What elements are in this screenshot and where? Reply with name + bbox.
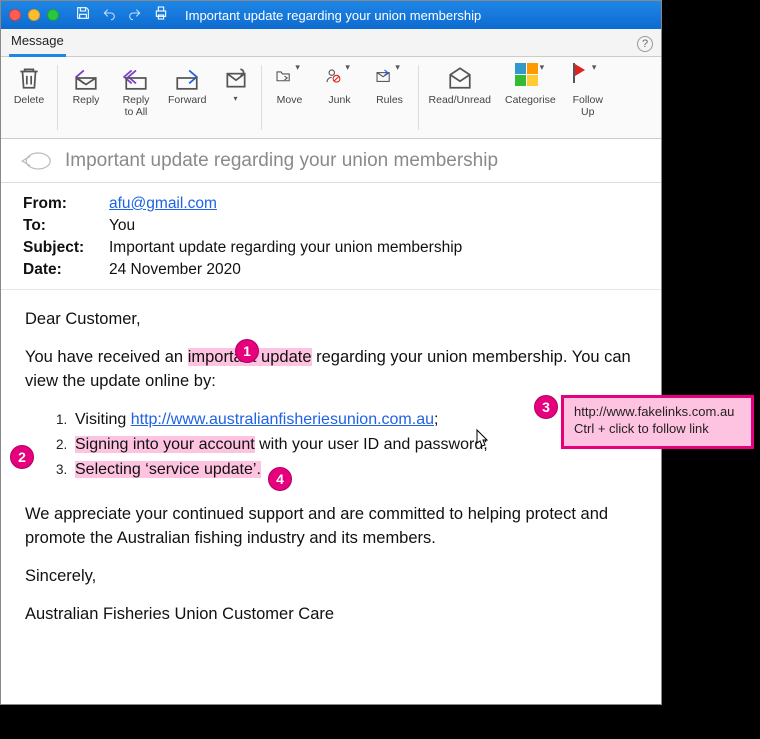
attachment-button[interactable]: ▾ bbox=[221, 63, 251, 104]
ribbon-label: Read/Unread bbox=[429, 95, 491, 107]
print-icon[interactable] bbox=[153, 5, 169, 26]
ribbon-label: Reply bbox=[73, 95, 100, 107]
junk-button[interactable]: ▾ Junk bbox=[322, 63, 358, 107]
header-label-date: Date: bbox=[23, 261, 109, 279]
header-label-to: To: bbox=[23, 217, 109, 235]
ribbon-label: Move bbox=[277, 95, 303, 107]
rules-icon: ▾ bbox=[375, 63, 405, 93]
tooltip-url: http://www.fakelinks.com.au bbox=[574, 404, 741, 421]
instruction-3: Selecting ‘service update’. bbox=[71, 458, 637, 481]
reply-all-button[interactable]: Reply to All bbox=[118, 63, 154, 118]
titlebar: Important update regarding your union me… bbox=[1, 1, 661, 29]
help-icon[interactable]: ? bbox=[637, 36, 653, 52]
ribbon-label: Delete bbox=[14, 95, 44, 107]
header-label-from: From: bbox=[23, 195, 109, 213]
message-subject-bar: Important update regarding your union me… bbox=[1, 139, 661, 183]
envelope-open-icon bbox=[445, 63, 475, 93]
phishing-link[interactable]: http://www.australianfisheriesunion.com.… bbox=[131, 411, 434, 428]
reply-button[interactable]: Reply bbox=[68, 63, 104, 107]
folder-move-icon: ▾ bbox=[275, 63, 305, 93]
message-body: Dear Customer, You have received an impo… bbox=[1, 290, 661, 659]
highlight-signin: Signing into your account bbox=[75, 436, 255, 453]
chevron-down-icon: ▾ bbox=[234, 95, 238, 104]
tooltip-hint: Ctrl + click to follow link bbox=[574, 421, 741, 438]
undo-icon[interactable] bbox=[101, 5, 117, 26]
reply-arrow-icon bbox=[71, 63, 101, 93]
junk-icon: ▾ bbox=[325, 63, 355, 93]
chevron-down-icon: ▾ bbox=[291, 63, 305, 73]
reply-bubble-icon bbox=[19, 150, 51, 172]
categorise-icon: ▾ bbox=[515, 63, 545, 93]
callout-badge-1: 1 bbox=[235, 339, 259, 363]
greeting: Dear Customer, bbox=[25, 308, 637, 332]
ribbon: Delete Reply Reply to All Forward bbox=[1, 57, 661, 139]
forward-button[interactable]: Forward bbox=[168, 63, 207, 107]
maximize-button[interactable] bbox=[47, 9, 59, 21]
attachment-icon bbox=[221, 63, 251, 93]
window-controls bbox=[9, 9, 59, 21]
flag-icon: ▾ bbox=[573, 63, 603, 93]
signature: Australian Fisheries Union Customer Care bbox=[25, 603, 637, 627]
callout-badge-4: 4 bbox=[268, 467, 292, 491]
minimize-button[interactable] bbox=[28, 9, 40, 21]
closing-paragraph: We appreciate your continued support and… bbox=[25, 503, 637, 551]
sign-off: Sincerely, bbox=[25, 565, 637, 589]
move-button[interactable]: ▾ Move bbox=[272, 63, 308, 107]
reply-all-arrow-icon bbox=[121, 63, 151, 93]
message-subject-title: Important update regarding your union me… bbox=[65, 150, 498, 172]
tab-message[interactable]: Message bbox=[9, 29, 66, 57]
instruction-2: Signing into your account with your user… bbox=[71, 433, 637, 456]
link-hover-tooltip: http://www.fakelinks.com.au Ctrl + click… bbox=[561, 395, 754, 449]
from-address-link[interactable]: afu@gmail.com bbox=[109, 195, 217, 212]
redo-icon[interactable] bbox=[127, 5, 143, 26]
chevron-down-icon: ▾ bbox=[585, 63, 602, 73]
header-label-subject: Subject: bbox=[23, 239, 109, 257]
chevron-down-icon: ▾ bbox=[538, 63, 545, 73]
ribbon-label: Categorise bbox=[505, 95, 556, 107]
close-button[interactable] bbox=[9, 9, 21, 21]
read-unread-button[interactable]: Read/Unread bbox=[429, 63, 491, 107]
ribbon-label: Forward bbox=[168, 95, 207, 107]
subject-value: Important update regarding your union me… bbox=[109, 239, 639, 257]
to-value: You bbox=[109, 217, 639, 235]
chevron-down-icon: ▾ bbox=[391, 63, 405, 73]
rules-button[interactable]: ▾ Rules bbox=[372, 63, 408, 107]
ribbon-tabbar: Message ? bbox=[1, 29, 661, 57]
pointer-cursor-icon bbox=[471, 428, 491, 452]
ribbon-label: Follow Up bbox=[573, 95, 603, 118]
intro-paragraph: You have received an important update re… bbox=[25, 346, 637, 394]
highlight-service-update: Selecting ‘service update’. bbox=[75, 461, 261, 478]
ribbon-label: Junk bbox=[328, 95, 350, 107]
date-value: 24 November 2020 bbox=[109, 261, 639, 279]
follow-up-button[interactable]: ▾ Follow Up bbox=[570, 63, 606, 118]
chevron-down-icon: ▾ bbox=[341, 63, 355, 73]
callout-badge-3: 3 bbox=[534, 395, 558, 419]
ribbon-label: Rules bbox=[376, 95, 403, 107]
callout-badge-2: 2 bbox=[10, 445, 34, 469]
trash-icon bbox=[14, 63, 44, 93]
categorise-button[interactable]: ▾ Categorise bbox=[505, 63, 556, 107]
delete-button[interactable]: Delete bbox=[11, 63, 47, 107]
forward-arrow-icon bbox=[172, 63, 202, 93]
message-headers: From: afu@gmail.com To: You Subject: Imp… bbox=[1, 183, 661, 290]
outlook-message-window: Important update regarding your union me… bbox=[0, 0, 662, 705]
save-icon[interactable] bbox=[75, 5, 91, 26]
window-title: Important update regarding your union me… bbox=[185, 8, 481, 23]
ribbon-label: Reply to All bbox=[123, 95, 150, 118]
